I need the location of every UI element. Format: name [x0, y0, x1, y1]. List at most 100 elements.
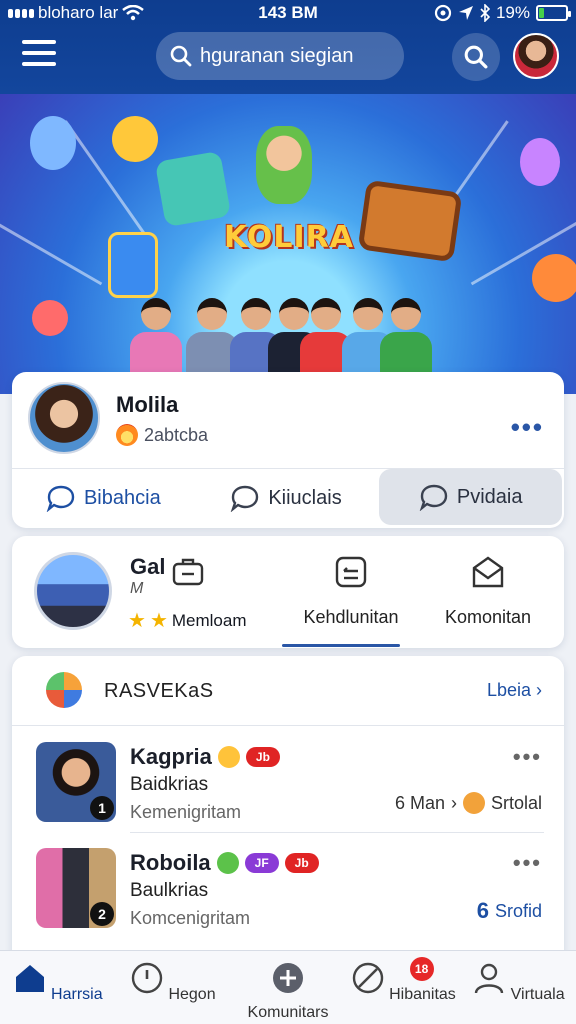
profile-subtitle-text: 2abtcba	[144, 424, 209, 445]
user-icon	[475, 963, 504, 994]
group-card: Gal M ★ ★ Memloam Kehdlunitan Komonitan	[12, 536, 564, 648]
profile-action-3[interactable]: Pvidaia	[379, 469, 563, 525]
nav-item-home[interactable]: Harrsia	[0, 951, 115, 1024]
list-item-meta: 6 Srofid	[477, 898, 542, 924]
group-rating: ★ ★ Memloam	[128, 608, 247, 633]
notification-badge: 18	[409, 957, 434, 981]
fire-icon	[116, 424, 138, 446]
profile-avatar[interactable]	[28, 382, 100, 454]
nav-label: Virtuala	[510, 986, 565, 1003]
search-input[interactable]	[200, 44, 400, 68]
profile-name: Molila	[116, 392, 179, 417]
list-item[interactable]: 1 Kagpria Jb Baidkrias Kemenigritam ••• …	[12, 730, 564, 836]
list-item-line2: Baidkrias	[130, 774, 209, 795]
nav-label: Hegon	[168, 986, 216, 1003]
list-item-line3: Kemenigritam	[130, 802, 242, 822]
profile-actions: Bibahcia Kiiuclais Pvidaia	[12, 469, 564, 527]
tv-decoration	[357, 179, 463, 263]
battery-icon	[536, 5, 571, 21]
user-avatar[interactable]	[513, 33, 559, 79]
list-item-name: Roboila JF Jb	[130, 850, 319, 876]
nav-item-komunitars[interactable]: Komunitars	[230, 951, 345, 1024]
rank-badge: 1	[90, 796, 114, 820]
profile-action-2[interactable]: Kiiuclais	[195, 469, 378, 527]
chat-bubble-icon	[231, 485, 259, 512]
group-item-kehdlunitan[interactable]: Kehdlunitan	[288, 554, 414, 628]
top-bar: bloharo lar 143 BM 19%	[0, 0, 576, 94]
list-item-meta-text: 6 Man	[394, 792, 445, 813]
group-stars-label[interactable]: Memloam	[172, 611, 247, 631]
list-card: RASVEKaS Lbeia › 1 Kagpria Jb Baidkrias …	[12, 656, 564, 956]
more-options-icon[interactable]: •••	[511, 412, 544, 443]
profile-action-label: Bibahcia	[83, 486, 161, 509]
list-item-name-text: Roboila	[130, 850, 211, 875]
more-options-icon[interactable]: •••	[513, 850, 542, 876]
nav-item-virtuala[interactable]: Virtuala	[461, 951, 576, 1024]
plus-circle-icon	[273, 963, 303, 993]
list-item-line2: Baulkrias	[130, 880, 209, 901]
status-right: 19%	[434, 3, 571, 23]
balloon-decoration	[112, 116, 158, 162]
location-arrow-icon	[458, 6, 473, 20]
briefcase-icon	[172, 558, 204, 586]
group-item-komonitan[interactable]: Komonitan	[432, 554, 544, 628]
selected-tab-indicator	[282, 644, 400, 647]
list-item[interactable]: 2 Roboila JF Jb Baulkrias Komcenigritam …	[12, 836, 564, 942]
list-item-meta: 6 Man › Srtolal	[395, 792, 542, 814]
briefcase-button[interactable]	[156, 554, 220, 607]
profile-action-label: Pvidaia	[456, 485, 523, 508]
compass-icon	[352, 962, 383, 994]
bottom-navigation: Harrsia Hegon Komunitars 18 Hibanitas Vi…	[0, 950, 576, 1024]
mascot-decoration	[256, 126, 312, 204]
see-more-label: Lbeia	[486, 680, 531, 700]
group-thumbnail[interactable]	[34, 552, 112, 630]
hero-title: KOLIRA	[224, 220, 354, 255]
profile-action-1[interactable]: Bibahcia	[12, 469, 195, 527]
more-options-icon[interactable]: •••	[513, 744, 542, 770]
profile-card: Molila 2abtcba ••• Bibahcia Kiiuclais Pv…	[12, 372, 564, 528]
game-card-decoration	[154, 150, 232, 228]
star-icon: ★	[128, 610, 146, 632]
balloon-decoration	[30, 116, 76, 170]
nav-item-hibanitas[interactable]: 18 Hibanitas	[346, 951, 461, 1024]
battery-fill	[539, 8, 544, 18]
menu-button[interactable]	[22, 40, 56, 70]
group-item-label: Kehdlunitan	[303, 607, 399, 627]
list-item-meta-text: Srofid	[494, 900, 542, 921]
see-more-link[interactable]: Lbeia ›	[487, 680, 542, 701]
rank-badge: 2	[90, 902, 114, 926]
home-icon	[15, 965, 44, 992]
envelope-icon	[472, 556, 504, 588]
community-logo-icon	[46, 672, 82, 708]
divider	[130, 832, 544, 833]
search-icon	[170, 45, 192, 67]
gear-emoji-icon	[462, 792, 485, 814]
search-icon	[464, 45, 488, 69]
hero-banner[interactable]: KOLIRA	[0, 94, 576, 394]
smiley-emoji-icon	[217, 746, 240, 768]
status-bar: bloharo lar 143 BM 19%	[0, 0, 576, 26]
group-item-label: Komonitan	[444, 607, 532, 627]
search-button[interactable]	[452, 33, 500, 81]
chevron-right-icon: ›	[450, 792, 457, 813]
balloon-decoration	[32, 300, 68, 336]
edit-box-icon	[335, 556, 367, 588]
balloon-decoration	[520, 138, 560, 186]
chat-bubble-icon	[46, 485, 75, 512]
nav-item-hegon[interactable]: Hegon	[115, 951, 230, 1024]
battery-percent: 19%	[495, 3, 530, 22]
bluetooth-icon	[480, 4, 490, 22]
rotation-lock-icon	[434, 4, 452, 22]
tag-pill: Jb	[245, 747, 280, 767]
tag-pill: JF	[244, 853, 279, 873]
nav-label: Hibanitas	[389, 986, 456, 1003]
list-item-meta-num: 6	[476, 898, 489, 923]
list-title: RASVEKaS	[104, 680, 214, 702]
list-item-line3: Komcenigritam	[130, 908, 251, 928]
clock-icon	[131, 962, 163, 994]
profile-action-label: Kiiuclais	[268, 486, 342, 509]
search-bar[interactable]	[156, 32, 404, 80]
tag-pill: Jb	[284, 853, 319, 873]
nav-label: Komunitars	[247, 1004, 329, 1021]
chevron-right-icon: ›	[536, 680, 542, 700]
